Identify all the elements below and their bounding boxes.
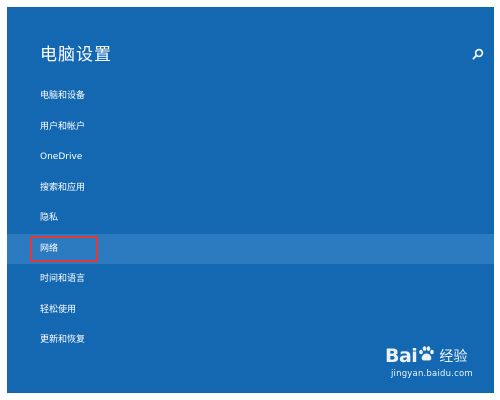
menu-item-ease-of-access[interactable]: 轻松使用 (7, 295, 494, 326)
menu-item-label: 搜索和应用 (40, 182, 86, 193)
menu-item-search-and-apps[interactable]: 搜索和应用 (7, 173, 494, 204)
menu-item-time-and-language[interactable]: 时间和语言 (7, 264, 494, 295)
menu-item-label: 隐私 (40, 213, 59, 223)
menu-item-label: 时间和语言 (40, 274, 86, 284)
highlight-box (30, 235, 98, 262)
watermark-suffix: 经验 (439, 349, 468, 365)
menu-item-label: OneDrive (40, 152, 83, 162)
menu-item-label: 电脑和设备 (40, 91, 86, 101)
paw-icon (417, 345, 435, 367)
watermark-url: jingyan.baidu.com (391, 369, 473, 379)
pc-settings-screen: 电脑设置 电脑和设备 用户和帐户 OneDrive 搜索和应用 隐私 网络 时间… (7, 7, 494, 393)
menu-item-label: 轻松使用 (40, 304, 77, 315)
menu-item-privacy[interactable]: 隐私 (7, 203, 494, 234)
menu-item-pc-and-devices[interactable]: 电脑和设备 (7, 81, 494, 112)
menu-item-label: 更新和恢复 (40, 335, 86, 345)
settings-menu: 电脑和设备 用户和帐户 OneDrive 搜索和应用 隐私 网络 时间和语言 轻… (7, 81, 494, 356)
watermark-brand: Bai (385, 345, 418, 367)
menu-item-network[interactable]: 网络 (7, 233, 494, 264)
page-title: 电脑设置 (40, 45, 112, 65)
search-icon[interactable] (472, 45, 484, 60)
menu-item-onedrive[interactable]: OneDrive (7, 142, 494, 173)
baidu-jingyan-watermark: Bai 经验 jingyan.baidu.com (385, 344, 473, 379)
menu-item-label: 用户和帐户 (40, 121, 86, 132)
menu-item-accounts[interactable]: 用户和帐户 (7, 112, 494, 143)
